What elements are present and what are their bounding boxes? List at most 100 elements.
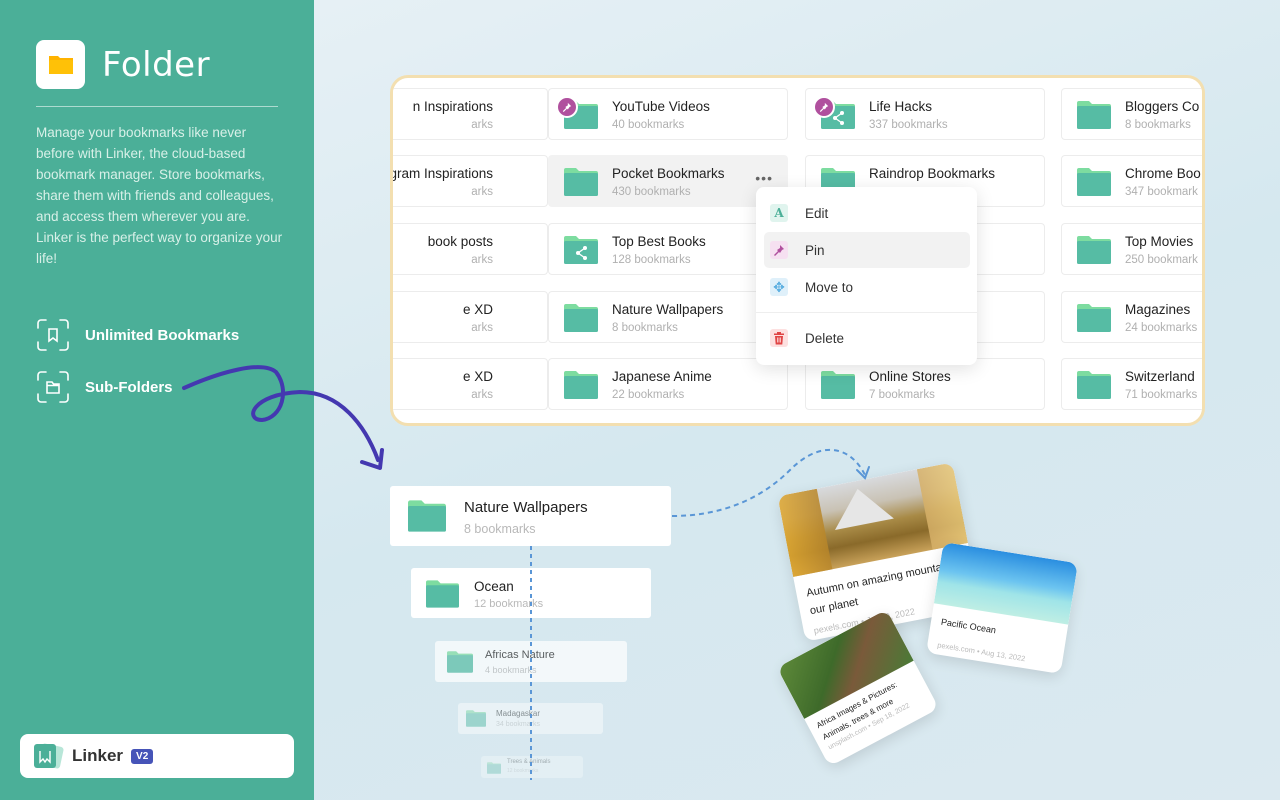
bookmark-count: 8 bookmarks — [464, 522, 536, 536]
bookmark-count: 250 bookmark — [1125, 254, 1198, 266]
folder-name: n Inspirations — [412, 99, 493, 114]
folder-tile[interactable]: Switzerland 71 bookmarks — [1061, 358, 1202, 410]
bookmark-count: arks — [471, 254, 493, 266]
folder-tile[interactable]: Top Best Books 128 bookmarks — [548, 223, 788, 275]
move-icon: ✥ — [770, 278, 788, 296]
folder-name: Trees & Animals — [507, 759, 551, 765]
edit-icon: A — [770, 204, 788, 222]
folder-name: Bloggers Co — [1125, 99, 1200, 114]
menu-item-edit[interactable]: A Edit — [764, 195, 970, 231]
menu-item-delete[interactable]: Delete — [764, 320, 970, 356]
folder-tile[interactable]: n Inspirations arks — [393, 88, 548, 140]
folder-name: Top Best Books — [612, 234, 706, 249]
folder-icon — [426, 580, 459, 613]
folder-tile[interactable]: e XD arks — [393, 358, 548, 410]
folder-name: Japanese Anime — [612, 369, 712, 384]
folder-tile[interactable]: Nature Wallpapers 8 bookmarks — [548, 291, 788, 343]
bookmark-count: 34 bookmarks — [496, 721, 540, 728]
folder-icon — [466, 710, 486, 732]
brand: Folder — [36, 40, 210, 89]
tree-folder-node[interactable]: Africas Nature 4 bookmarks — [435, 641, 627, 682]
feature-sub-folders: Sub-Folders — [36, 370, 173, 404]
folder-tile[interactable]: Magazines 24 bookmarks — [1061, 291, 1202, 343]
folder-name: Africas Nature — [485, 649, 555, 661]
menu-label: Pin — [805, 242, 825, 258]
version-badge: V2 — [131, 748, 154, 764]
bookmark-icon — [36, 318, 70, 352]
divider — [36, 106, 278, 107]
menu-item-move-to[interactable]: ✥ Move to — [764, 269, 970, 305]
bookmark-count: 40 bookmarks — [612, 119, 685, 131]
menu-item-pin[interactable]: Pin — [764, 232, 970, 268]
folder-tile[interactable]: gram Inspirations arks — [393, 155, 548, 207]
linker-logo-icon — [32, 743, 64, 769]
menu-label: Edit — [805, 205, 829, 221]
folder-icon — [487, 761, 501, 779]
folder-name: e XD — [462, 302, 493, 317]
folder-name: Switzerland — [1125, 369, 1195, 384]
bookmark-count: 7 bookmarks — [869, 389, 935, 401]
menu-label: Move to — [805, 279, 854, 295]
tree-folder-node[interactable]: Madagaskar 34 bookmarks — [458, 703, 603, 734]
pin-icon — [813, 96, 835, 118]
card-source: pexels.com — [936, 640, 976, 656]
tree-folder-node[interactable]: Nature Wallpapers 8 bookmarks — [390, 486, 671, 546]
pin-icon — [770, 241, 788, 259]
folder-icon — [564, 371, 598, 404]
feature-label: Unlimited Bookmarks — [85, 326, 240, 344]
folder-tile[interactable]: Life Hacks 337 bookmarks — [805, 88, 1045, 140]
tree-folder-node[interactable]: Ocean 12 bookmarks — [411, 568, 651, 618]
tree-folder-node[interactable]: Trees & Animals 12 bookmarks — [481, 756, 583, 778]
bookmark-count: 22 bookmarks — [612, 389, 685, 401]
bookmark-count: arks — [471, 389, 493, 401]
page-title: Folder — [102, 44, 211, 85]
folder-name: Madagaskar — [496, 709, 541, 718]
folder-tile[interactable]: book posts arks — [393, 223, 548, 275]
folder-name: Raindrop Bookmarks — [869, 166, 996, 181]
folder-name: Chrome Boo — [1125, 166, 1201, 181]
folder-icon — [564, 168, 598, 201]
folder-name: book posts — [427, 234, 493, 249]
folder-tile[interactable]: Online Stores 7 bookmarks — [805, 358, 1045, 410]
folder-tile[interactable]: Japanese Anime 22 bookmarks — [548, 358, 788, 410]
folder-tile[interactable]: Pocket Bookmarks 430 bookmarks ••• — [548, 155, 788, 207]
folder-icon — [1077, 304, 1111, 337]
folder-name: Life Hacks — [869, 99, 933, 114]
bookmark-card[interactable]: Pacific Ocean pexels.com • Aug 13, 2022 — [926, 542, 1078, 674]
folder-name: Ocean — [474, 579, 514, 594]
bookmark-count: 337 bookmarks — [869, 119, 948, 131]
trash-icon — [770, 329, 788, 347]
folder-tile[interactable]: Bloggers Co 8 bookmarks — [1061, 88, 1202, 140]
folder-icon — [1077, 168, 1111, 201]
folder-tile[interactable]: Top Movies 250 bookmark — [1061, 223, 1202, 275]
description: Manage your bookmarks like never before … — [36, 125, 283, 266]
bookmark-count: 12 bookmarks — [474, 598, 544, 610]
folder-icon — [564, 304, 598, 337]
folder-tile[interactable]: YouTube Videos 40 bookmarks — [548, 88, 788, 140]
folder-name: e XD — [462, 369, 493, 384]
folder-tile[interactable]: e XD arks — [393, 291, 548, 343]
card-date: Aug 13, 2022 — [980, 647, 1027, 664]
folder-app-icon — [36, 40, 85, 89]
folder-icon — [36, 370, 70, 404]
bookmark-count: 347 bookmark — [1125, 186, 1198, 198]
folder-icon — [1077, 371, 1111, 404]
bookmark-count: 8 bookmarks — [1125, 119, 1191, 131]
feature-label: Sub-Folders — [85, 378, 173, 396]
folder-icon — [447, 651, 473, 678]
more-options-icon[interactable]: ••• — [755, 170, 773, 186]
context-menu: A Edit Pin ✥ Move to Delete — [756, 187, 977, 365]
folder-name: Pocket Bookmarks — [612, 166, 725, 181]
folder-icon — [408, 500, 446, 537]
app-badge: Linker V2 — [20, 734, 294, 778]
folder-tile[interactable]: Chrome Boo 347 bookmark — [1061, 155, 1202, 207]
menu-divider — [756, 312, 977, 313]
bookmark-count: 71 bookmarks — [1125, 389, 1198, 401]
bookmark-count: 12 bookmarks — [507, 768, 539, 774]
folder-icon — [821, 371, 855, 404]
folder-name: Online Stores — [869, 369, 951, 384]
bookmark-count: arks — [471, 119, 493, 131]
menu-label: Delete — [805, 330, 845, 346]
bookmark-count: 430 bookmarks — [612, 186, 691, 198]
bookmark-count: arks — [471, 186, 493, 198]
